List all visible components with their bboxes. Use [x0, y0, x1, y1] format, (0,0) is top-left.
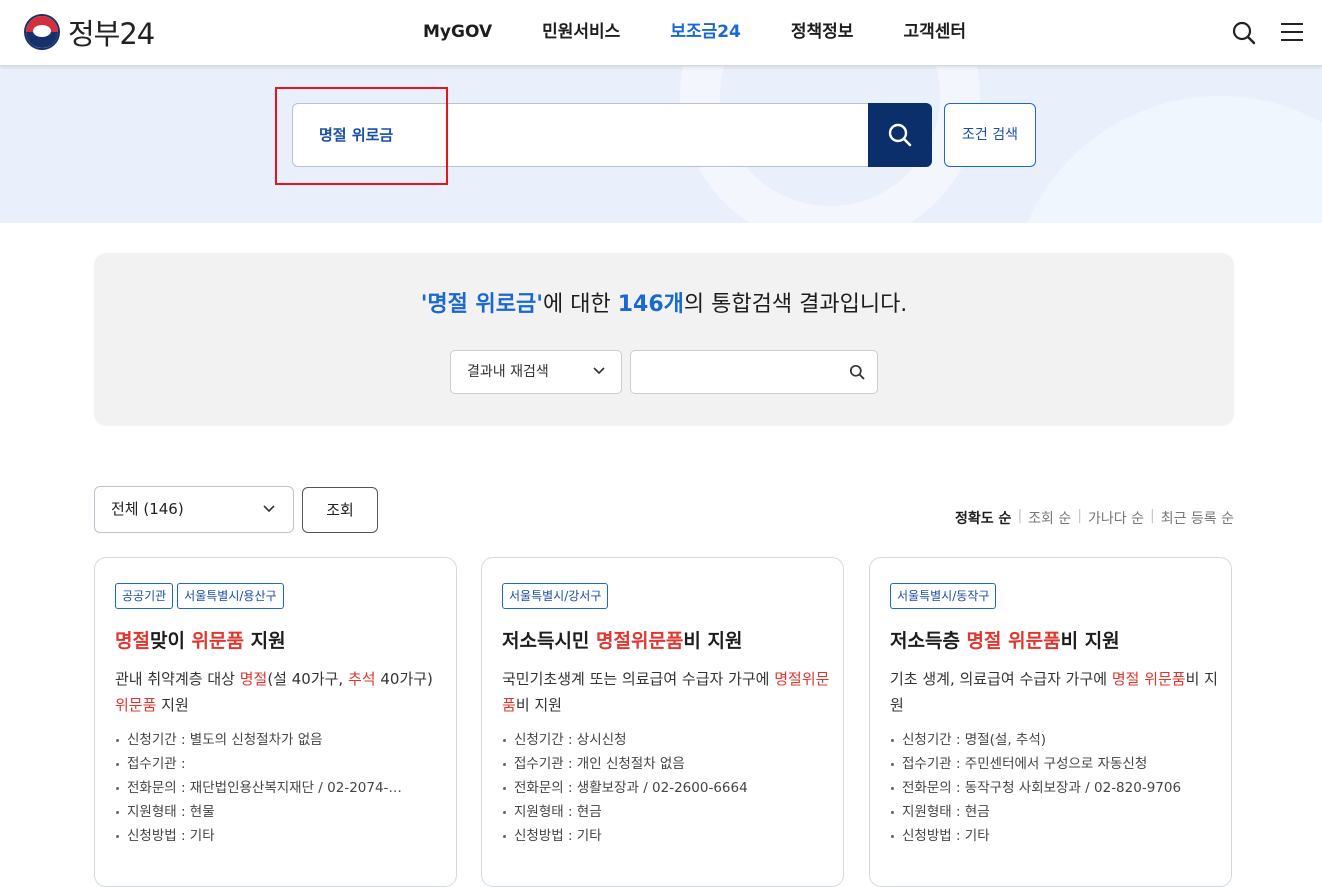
- logo-text: 정부24: [68, 17, 155, 51]
- search-icon: [888, 123, 912, 147]
- text-segment: 지원: [244, 630, 286, 652]
- condition-search-button[interactable]: 조건 검색: [944, 103, 1036, 167]
- card-title[interactable]: 저소득층 명절 위문품비 지원: [890, 626, 1120, 653]
- summary-mid: 에 대한: [543, 292, 618, 317]
- research-input[interactable]: [630, 350, 878, 394]
- category-filter-select[interactable]: 전체 (146): [94, 486, 294, 533]
- card-tag: 서울특별시/동작구: [890, 583, 997, 609]
- card-info-item: 접수기관 :: [115, 752, 445, 776]
- summary-tail: 의 통합검색 결과입니다.: [683, 292, 908, 317]
- card-info-item: 전화문의 : 동작구청 사회보장과 / 02-820-9706: [890, 776, 1220, 800]
- card-description: 기초 생계, 의료급여 수급자 가구에 명절 위문품비 지원: [890, 666, 1220, 718]
- sort-alphabetical[interactable]: 가나다 순: [1088, 508, 1144, 528]
- text-segment: 지원: [156, 696, 189, 714]
- sort-views[interactable]: 조회 순: [1028, 508, 1071, 528]
- result-card[interactable]: 서울특별시/강서구 저소득시민 명절위문품비 지원 국민기초생계 또는 의료급여…: [481, 557, 844, 887]
- menu-icon[interactable]: [1280, 21, 1304, 43]
- research-scope-label: 결과내 재검색: [467, 364, 549, 380]
- text-segment: 40가구): [375, 670, 433, 688]
- sort-separator: |: [1017, 508, 1023, 524]
- results-summary-panel: '명절 위로금'에 대한 146개의 통합검색 결과입니다. 결과내 재검색: [94, 253, 1234, 426]
- result-card[interactable]: 서울특별시/동작구 저소득층 명절 위문품비 지원 기초 생계, 의료급여 수급…: [869, 557, 1232, 887]
- card-info-item: 신청방법 : 기타: [890, 824, 1220, 848]
- text-segment: 비 지원: [683, 630, 743, 652]
- highlighted-keyword: 명절: [115, 630, 150, 652]
- text-segment: 저소득시민: [502, 630, 597, 652]
- highlighted-keyword: 위문품: [191, 630, 244, 652]
- banner-decoration: [1010, 96, 1322, 223]
- highlighted-keyword: 명절: [239, 670, 268, 688]
- highlighted-keyword: 위문품: [1008, 630, 1061, 652]
- main-nav: MyGOV 민원서비스 보조금24 정책정보 고객센터: [398, 0, 991, 66]
- nav-item-customer-center[interactable]: 고객센터: [878, 0, 991, 66]
- card-title[interactable]: 명절맞이 위문품 지원: [115, 626, 286, 653]
- highlighted-keyword: 명절: [1111, 670, 1140, 688]
- text-segment: 비 지원: [1060, 630, 1120, 652]
- text-segment: 기초 생계, 의료급여 수급자 가구에: [890, 670, 1112, 688]
- annotation-highlight-box: [275, 87, 448, 185]
- card-info-item: 전화문의 : 재단법인용산복지재단 / 02-2074-…: [115, 776, 445, 800]
- highlighted-keyword: 위문품: [1144, 670, 1186, 688]
- sort-separator: |: [1149, 508, 1155, 524]
- logo-taegeuk-icon: [24, 14, 60, 50]
- card-title[interactable]: 저소득시민 명절위문품비 지원: [502, 626, 742, 653]
- chevron-down-icon: [263, 505, 275, 513]
- sort-accuracy[interactable]: 정확도 순: [955, 508, 1011, 528]
- card-description: 국민기초생계 또는 의료급여 수급자 가구에 명절위문품비 지원: [502, 666, 832, 718]
- card-tags: 서울특별시/동작구: [890, 583, 997, 609]
- highlighted-keyword: 추석: [347, 670, 376, 688]
- card-info-list: 신청기간 : 명절(설, 추석) 접수기관 : 주민센터에서 구성으로 자동신청 전…: [890, 728, 1220, 848]
- card-info-item: 신청방법 : 기타: [502, 824, 832, 848]
- results-summary-text: '명절 위로금'에 대한 146개의 통합검색 결과입니다.: [94, 286, 1234, 318]
- nav-item-subsidy24[interactable]: 보조금24: [645, 0, 766, 66]
- sort-options: 정확도 순 | 조회 순 | 가나다 순 | 최근 등록 순: [955, 508, 1234, 528]
- highlighted-keyword: 위문품: [115, 696, 157, 714]
- card-info-list: 신청기간 : 별도의 신청절차가 없음 접수기관 : 전화문의 : 재단법인용산복지…: [115, 728, 445, 848]
- card-info-item: 지원형태 : 현물: [115, 800, 445, 824]
- site-logo[interactable]: 정부24: [24, 13, 155, 51]
- search-submit-button[interactable]: [868, 103, 932, 167]
- category-filter-label: 전체 (146): [111, 500, 184, 518]
- search-icon[interactable]: [849, 364, 865, 380]
- nav-item-policy-info[interactable]: 정책정보: [766, 0, 879, 66]
- card-tags: 공공기관 서울특별시/용산구: [115, 583, 284, 609]
- research-scope-select[interactable]: 결과내 재검색: [450, 350, 622, 394]
- nav-item-civil-services[interactable]: 민원서비스: [517, 0, 645, 66]
- text-segment: 맞이: [149, 630, 192, 652]
- card-tags: 서울특별시/강서구: [502, 583, 609, 609]
- card-info-item: 접수기관 : 주민센터에서 구성으로 자동신청: [890, 752, 1220, 776]
- text-segment: (설 40가구,: [267, 670, 348, 688]
- card-info-item: 지원형태 : 현금: [890, 800, 1220, 824]
- card-tag: 서울특별시/강서구: [502, 583, 609, 609]
- highlighted-keyword: 명절: [966, 630, 1002, 652]
- card-info-item: 전화문의 : 생활보장과 / 02-2600-6664: [502, 776, 832, 800]
- summary-count: 146개: [617, 292, 684, 317]
- summary-query: '명절 위로금': [420, 292, 544, 317]
- sort-separator: |: [1077, 508, 1082, 524]
- nav-item-mygov[interactable]: MyGOV: [398, 0, 517, 66]
- card-info-item: 지원형태 : 현금: [502, 800, 832, 824]
- card-info-item: 신청기간 : 명절(설, 추석): [890, 728, 1220, 752]
- card-info-item: 신청기간 : 상시신청: [502, 728, 832, 752]
- card-tag: 공공기관: [115, 583, 174, 609]
- card-info-item: 접수기관 : 개인 신청절차 없음: [502, 752, 832, 776]
- query-button[interactable]: 조회: [302, 487, 378, 533]
- site-header: 정부24 MyGOV 민원서비스 보조금24 정책정보 고객센터: [0, 0, 1322, 66]
- highlighted-keyword: 명절위문품: [596, 630, 684, 652]
- sort-recent[interactable]: 최근 등록 순: [1161, 508, 1234, 528]
- text-segment: 관내 취약계층 대상: [115, 670, 240, 688]
- result-card[interactable]: 공공기관 서울특별시/용산구 명절맞이 위문품 지원 관내 취약계층 대상 명절(…: [94, 557, 457, 887]
- text-segment: 저소득층: [890, 630, 967, 652]
- card-tag: 서울특별시/용산구: [177, 583, 284, 609]
- card-description: 관내 취약계층 대상 명절(설 40가구, 추석 40가구) 위문품 지원: [115, 666, 445, 718]
- card-info-list: 신청기간 : 상시신청 접수기관 : 개인 신청절차 없음 전화문의 : 생활보장과…: [502, 728, 832, 848]
- text-segment: 국민기초생계 또는 의료급여 수급자 가구에: [502, 670, 775, 688]
- header-search-icon[interactable]: [1231, 20, 1257, 46]
- card-info-item: 신청기간 : 별도의 신청절차가 없음: [115, 728, 445, 752]
- card-info-item: 신청방법 : 기타: [115, 824, 445, 848]
- text-segment: 비 지원: [515, 696, 562, 714]
- chevron-down-icon: [593, 367, 605, 375]
